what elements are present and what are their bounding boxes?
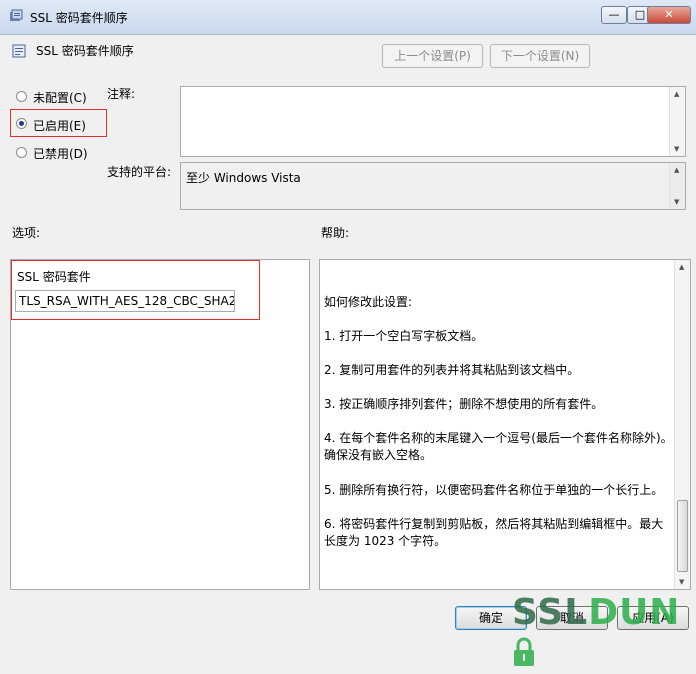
scroll-thumb[interactable]: [677, 500, 688, 572]
scroll-up-icon[interactable]: ▲: [679, 263, 684, 271]
radio-enabled-label: 已启用(E): [33, 119, 86, 133]
setting-icon: [12, 44, 26, 58]
window-title: SSL 密码套件顺序: [30, 11, 128, 25]
close-icon: ✕: [664, 8, 674, 21]
radio-enabled[interactable]: [16, 118, 27, 129]
setting-title: SSL 密码套件顺序: [36, 44, 134, 58]
help-paragraph: 6. 将密码套件行复制到剪贴板，然后将其粘贴到编辑框中。最大长度为 1023 个…: [324, 517, 664, 548]
comment-label: 注释:: [107, 87, 136, 101]
minimize-icon: —: [608, 8, 620, 21]
close-button[interactable]: ✕: [647, 6, 691, 24]
help-paragraph: 如何修改此设置:: [324, 295, 413, 309]
scroll-down-icon: ▼: [674, 198, 680, 206]
help-paragraph: 4. 在每个套件名称的末尾键入一个逗号(最后一个套件名称除外)。确保没有嵌入空格…: [324, 431, 673, 462]
help-scrollbar[interactable]: ▲ ▼: [674, 260, 690, 589]
ssldun-watermark-logo: SSLDUN: [512, 592, 696, 674]
platform-box: 至少 Windows Vista ▲ ▼: [180, 162, 686, 210]
radio-disabled-label: 已禁用(D): [33, 147, 88, 161]
scroll-down-icon[interactable]: ▼: [679, 578, 684, 586]
options-label: 选项:: [12, 226, 41, 240]
comment-scrollbar[interactable]: ▲ ▼: [669, 87, 685, 156]
platform-scrollbar: ▲ ▼: [669, 163, 685, 209]
options-panel: SSL 密码套件 TLS_RSA_WITH_AES_128_CBC_SHA256: [10, 259, 310, 590]
scroll-up-icon: ▲: [674, 166, 680, 174]
lock-icon: [514, 637, 534, 666]
platform-label: 支持的平台:: [107, 165, 172, 179]
comment-textarea[interactable]: ▲ ▼: [180, 86, 686, 157]
help-paragraph: 1. 打开一个空白写字板文档。: [324, 329, 484, 343]
watermark-text-dun: DUN: [588, 592, 681, 633]
title-bar: SSL 密码套件顺序 — □ ✕: [0, 0, 696, 35]
maximize-icon: □: [634, 8, 646, 21]
cipher-suite-value: TLS_RSA_WITH_AES_128_CBC_SHA256: [19, 294, 235, 308]
policy-app-icon: [10, 9, 23, 21]
prev-setting-button[interactable]: 上一个设置(P): [382, 44, 483, 68]
help-paragraph: 2. 复制可用套件的列表并将其粘贴到该文档中。: [324, 363, 580, 377]
minimize-button[interactable]: —: [601, 6, 627, 24]
cipher-suite-label: SSL 密码套件: [17, 270, 91, 284]
scroll-down-icon[interactable]: ▼: [674, 145, 679, 153]
platform-value: 至少 Windows Vista: [186, 171, 301, 185]
radio-not-configured[interactable]: [16, 91, 27, 102]
radio-not-configured-label: 未配置(C): [33, 91, 87, 105]
help-label: 帮助:: [321, 226, 350, 240]
next-setting-button[interactable]: 下一个设置(N): [490, 44, 590, 68]
cipher-suite-input[interactable]: TLS_RSA_WITH_AES_128_CBC_SHA256: [15, 290, 235, 312]
help-panel: 如何修改此设置: 1. 打开一个空白写字板文档。 2. 复制可用套件的列表并将其…: [319, 259, 691, 590]
scroll-up-icon[interactable]: ▲: [674, 90, 679, 98]
help-paragraph: 3. 按正确顺序排列套件；删除不想使用的所有套件。: [324, 397, 604, 411]
watermark-text-ssl: SSL: [512, 592, 589, 633]
help-paragraph: 5. 删除所有换行符，以便密码套件名称位于单独的一个长行上。: [324, 483, 664, 497]
radio-disabled[interactable]: [16, 147, 27, 158]
